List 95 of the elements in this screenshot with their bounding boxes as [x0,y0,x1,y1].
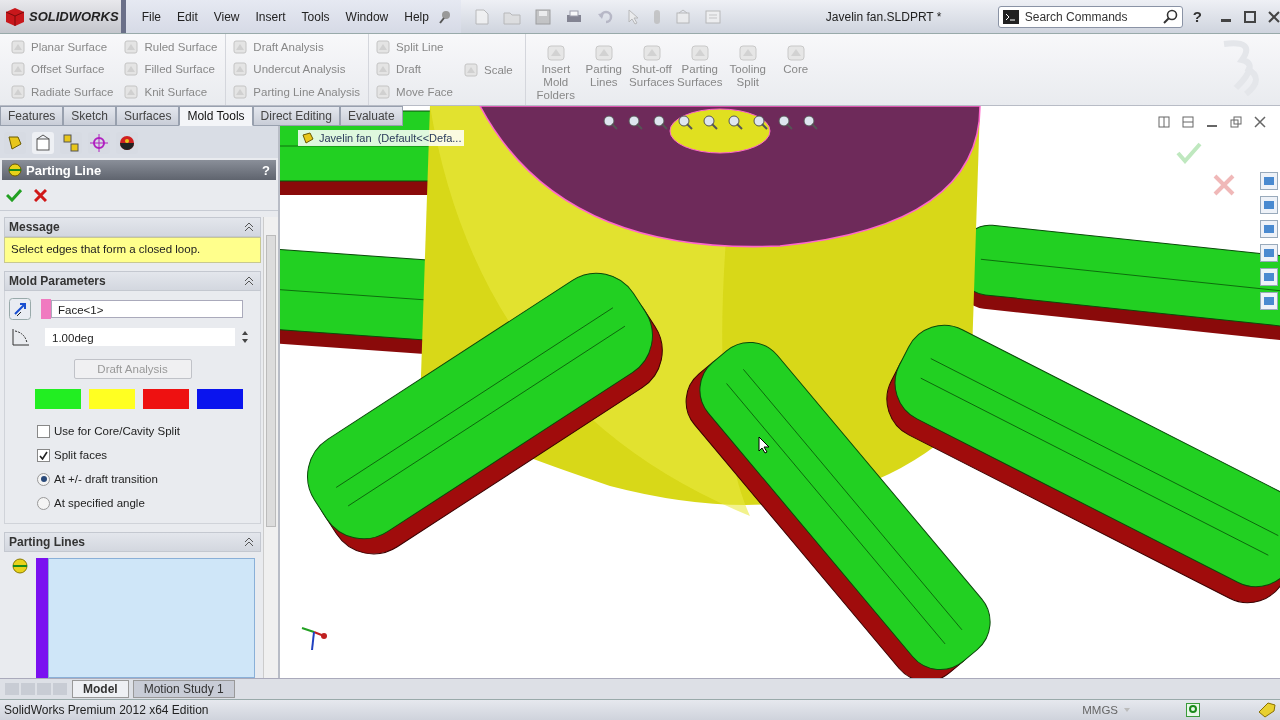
status-text: SolidWorks Premium 2012 x64 Edition [4,703,210,717]
model-tab[interactable]: Model [72,680,129,698]
section-header[interactable]: Message [4,217,261,237]
checkbox[interactable] [37,448,50,462]
tool-icon [375,39,392,56]
spin-arrows-icon[interactable] [241,329,249,345]
option-label: Split faces [54,449,108,461]
collapse-chevron-icon[interactable] [244,276,254,286]
option-label: At specified angle [54,497,145,509]
tool-icon [463,61,479,78]
crosshair-icon[interactable] [88,132,110,154]
search-icon[interactable] [1161,8,1178,25]
pin-icon[interactable] [436,8,453,25]
zoom-area-icon[interactable] [627,114,643,130]
panel-title: Parting Line [26,162,103,178]
document-title: Javelin fan.SLDPRT * [824,9,943,24]
tool-icon [10,39,26,56]
feature-tree-root[interactable]: Javelin fan (Default<<Defa... [298,130,465,146]
help-button[interactable]: ? [262,162,270,178]
section-title: Mold Parameters [9,274,106,288]
section-header[interactable]: Mold Parameters [4,271,261,291]
zoom-previous-icon[interactable] [652,114,668,130]
option-label: At +/- draft transition [54,473,158,485]
tool-icon [232,39,249,56]
property-manager-icon[interactable] [32,132,54,154]
tool-icon [232,61,249,78]
option-label: Use for Core/Cavity Split [54,425,180,437]
tool-icon [689,44,710,62]
selection-color-tag [41,299,51,319]
print-icon[interactable] [564,8,583,25]
cancel-x-icon[interactable] [34,188,47,202]
part-name: Javelin fan (Default<<Defa... [319,132,462,144]
command-prompt-icon [1002,9,1019,24]
face-selection-field[interactable]: Face<1> [51,300,243,318]
search-field[interactable]: Search Commands [1022,8,1158,25]
tool-icon [123,39,140,56]
close-icon[interactable] [1254,116,1266,128]
menu-item[interactable]: Insert [247,9,294,24]
menu-item[interactable]: Window [337,9,397,24]
configuration-icon[interactable] [60,132,82,154]
part-icon [301,131,315,145]
menu-item[interactable]: Edit [169,9,206,24]
tile-view-icon[interactable] [1182,116,1194,128]
section-title: Message [9,220,60,234]
tool-icon [545,44,566,62]
menu-item[interactable]: File [133,9,170,24]
restore-icon[interactable] [1230,116,1242,128]
radio-button[interactable] [37,472,50,486]
maximize-icon[interactable] [1244,10,1256,23]
tool-icon [785,44,806,62]
command-tab[interactable]: Mold Tools [179,106,253,126]
tool-icon [375,61,392,78]
collapse-chevron-icon[interactable] [244,537,254,547]
menu-item[interactable]: Tools [293,9,338,24]
menu-item[interactable]: Help [396,9,437,24]
logo-text: SOLIDWORKS [29,9,119,24]
tile-view-icon[interactable] [1158,116,1170,128]
scrollbar[interactable] [263,217,278,678]
tool-icon [375,83,392,100]
angle-field[interactable]: 1.00deg [45,328,235,346]
search-bar[interactable]: Search Commands [997,5,1183,28]
cursor-icon [758,436,770,454]
menu-item[interactable]: View [205,9,248,24]
checkbox[interactable] [37,424,50,438]
units-selector[interactable]: MMGS [1082,704,1118,716]
tool-icon [641,44,662,62]
command-tab[interactable]: Evaluate [339,106,403,126]
close-icon[interactable] [1268,10,1280,23]
command-tab[interactable]: Surfaces [116,106,180,126]
ribbon-command[interactable]: Split Line [375,39,453,56]
command-tab[interactable]: Sketch [63,106,117,126]
command-tab[interactable]: Direct Editing [252,106,340,126]
tool-icon [10,83,26,100]
tool-icon [593,44,614,62]
tool-icon [232,83,249,100]
section-header[interactable]: Parting Lines [4,532,261,552]
collapse-chevron-icon[interactable] [244,222,254,232]
message-text: Select edges that form a closed loop. [11,243,201,255]
reverse-direction-button[interactable] [9,298,31,320]
tag-icon[interactable] [1258,702,1276,718]
draft-angle-icon [11,327,31,347]
zoom-fit-icon[interactable] [602,114,618,130]
confirm-check-icon[interactable] [1176,142,1202,164]
section-title: Parting Lines [9,535,85,549]
radio-button[interactable] [37,496,50,510]
tool-icon [123,61,140,78]
command-tab[interactable]: Features [0,106,64,126]
tool-icon [10,61,26,78]
logo-icon [4,6,26,27]
quick-tips-icon[interactable] [1186,703,1200,717]
help-button[interactable]: ? [1192,8,1202,25]
model-tab[interactable]: Motion Study 1 [132,680,235,698]
tool-icon [737,44,758,62]
ok-check-icon[interactable] [6,188,22,202]
tool-icon [123,83,140,100]
